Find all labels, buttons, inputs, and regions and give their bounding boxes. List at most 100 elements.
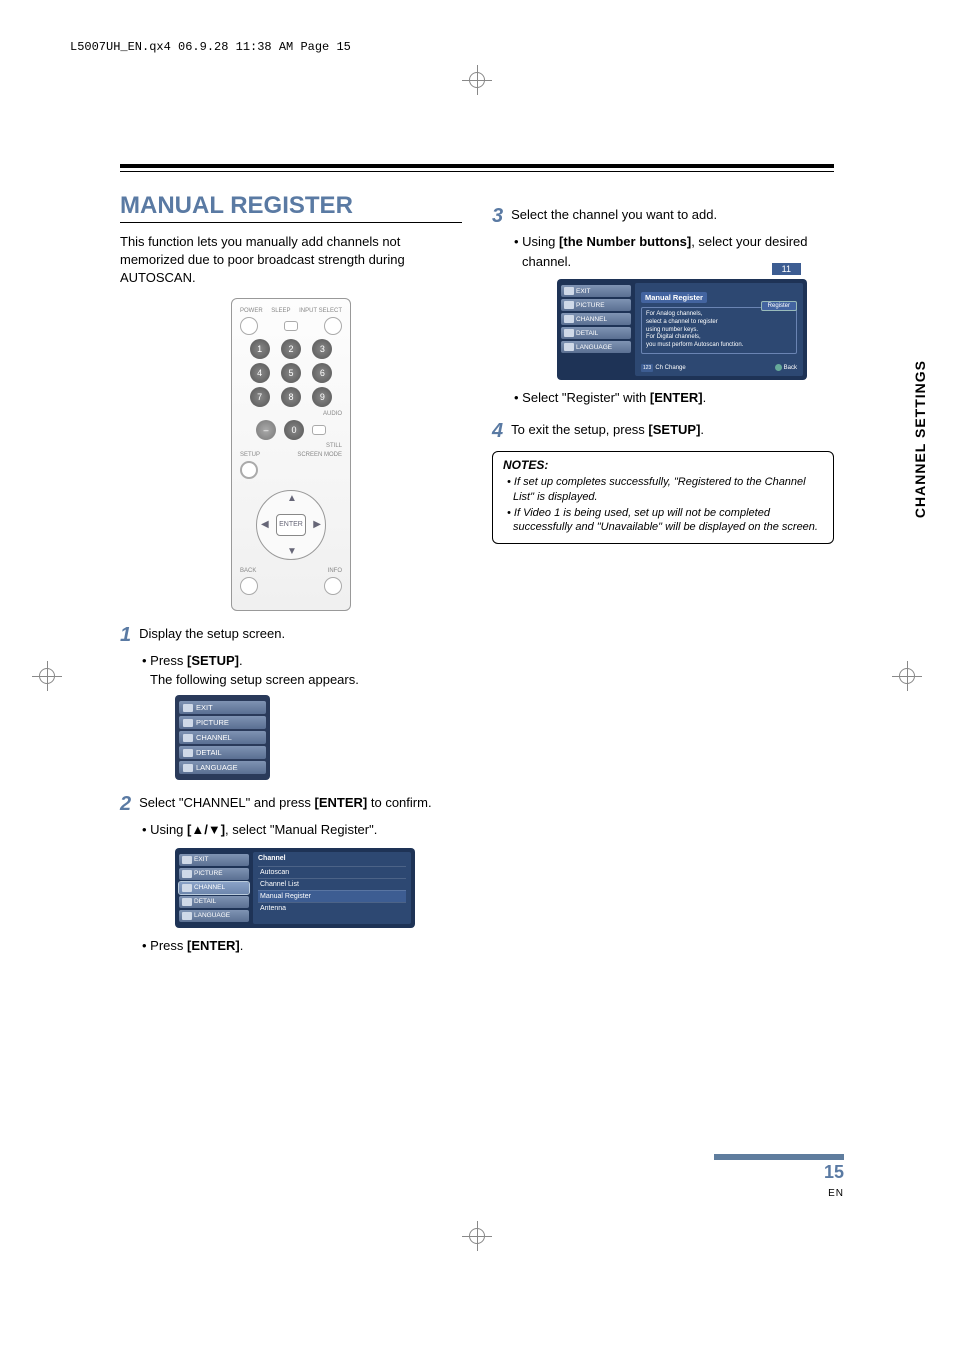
osd-item-exit: EXIT: [179, 701, 266, 714]
section-intro: This function lets you manually add chan…: [120, 233, 462, 288]
osd-footer-back: Back: [775, 364, 797, 372]
osd-row-antenna: Antenna: [258, 902, 406, 914]
step-number: 2: [120, 794, 131, 814]
enter-button: ENTER: [276, 514, 306, 536]
step-4: 4 To exit the setup, press [SETUP].: [492, 421, 834, 441]
language-icon: [564, 343, 574, 351]
back-button: [240, 577, 258, 595]
channel-icon: [182, 884, 192, 892]
language-icon: [183, 764, 193, 772]
crop-mark-top: [462, 65, 492, 95]
step-2: 2 Select "CHANNEL" and press [ENTER] to …: [120, 794, 462, 814]
back-dot-icon: [775, 364, 782, 371]
step-2-bullet: Using [▲/▼], select "Manual Register".: [142, 820, 462, 840]
osd-setup-menu: EXIT PICTURE CHANNEL DETAIL LANGUAGE: [175, 695, 270, 780]
remote-label-screen: SCREEN MODE: [297, 452, 342, 458]
down-arrow-icon: ▼: [287, 546, 297, 557]
num-9-button: 9: [312, 387, 332, 407]
remote-label-sleep: SLEEP: [271, 308, 290, 314]
remote-illustration: POWER SLEEP INPUT SELECT 1 2 3 4 5 6 7: [231, 298, 351, 611]
print-header: L5007UH_EN.qx4 06.9.28 11:38 AM Page 15: [20, 20, 934, 64]
language-icon: [182, 912, 192, 920]
step-number: 1: [120, 625, 131, 645]
picture-icon: [182, 870, 192, 878]
info-button: [324, 577, 342, 595]
page-number: 15: [824, 1162, 844, 1182]
osd-item-language: LANGUAGE: [179, 761, 266, 774]
osd-item-detail: DETAIL: [179, 896, 249, 908]
side-tab: CHANNEL SETTINGS: [912, 360, 928, 518]
osd-item-channel: CHANNEL: [561, 313, 631, 325]
osd-item-language: LANGUAGE: [179, 910, 249, 922]
num-8-button: 8: [281, 387, 301, 407]
osd-manual-register-panel: 11 EXIT PICTURE CHANNEL DETAIL LANGUAGE …: [557, 279, 807, 380]
osd-item-picture: PICTURE: [561, 299, 631, 311]
up-arrow-icon: ▲: [287, 493, 297, 504]
channel-icon: [183, 734, 193, 742]
picture-icon: [564, 301, 574, 309]
step-1-sub: The following setup screen appears.: [150, 672, 462, 687]
osd-footer-change: 123Ch Change: [641, 364, 686, 372]
remote-label-audio: AUDIO: [323, 411, 342, 417]
remote-label-back: BACK: [240, 568, 256, 574]
notes-title: NOTES:: [503, 458, 823, 472]
num-0-button: 0: [284, 420, 304, 440]
osd-row-manual-register: Manual Register: [258, 890, 406, 902]
osd-row-channel-list: Channel List: [258, 878, 406, 890]
exit-icon: [183, 704, 193, 712]
step-2-bullet-2: Press [ENTER].: [142, 936, 462, 956]
section-rule: [120, 164, 834, 172]
left-arrow-icon: ◀: [261, 519, 269, 530]
num-4-button: 4: [250, 363, 270, 383]
step-3-bullet-2: Select "Register" with [ENTER].: [514, 388, 834, 408]
num-5-button: 5: [281, 363, 301, 383]
osd-item-detail: DETAIL: [179, 746, 266, 759]
setup-button: [240, 461, 258, 479]
crop-mark-right: [892, 661, 922, 691]
crop-mark-bottom: [462, 1221, 492, 1251]
audio-button: [312, 425, 326, 435]
remote-label-setup: SETUP: [240, 452, 260, 458]
step-1: 1 Display the setup screen.: [120, 625, 462, 645]
step-3-text: Select the channel you want to add.: [511, 206, 834, 226]
exit-icon: [182, 856, 192, 864]
remote-label-power: POWER: [240, 308, 263, 314]
detail-icon: [183, 749, 193, 757]
osd-item-channel: CHANNEL: [179, 731, 266, 744]
crop-mark-left: [32, 661, 62, 691]
osd-row-autoscan: Autoscan: [258, 866, 406, 878]
note-1: • If set up completes successfully, "Reg…: [507, 475, 823, 504]
channel-number-badge: 11: [772, 263, 801, 275]
notes-box: NOTES: • If set up completes successfull…: [492, 451, 834, 543]
step-number: 4: [492, 421, 503, 441]
osd-panel-header: Channel: [258, 855, 406, 862]
osd-message: For Analog channels, select a channel to…: [641, 307, 797, 354]
detail-icon: [182, 898, 192, 906]
footer-bar: [714, 1154, 844, 1160]
osd-item-picture: PICTURE: [179, 868, 249, 880]
osd-channel-menu: EXIT PICTURE CHANNEL DETAIL LANGUAGE Cha…: [175, 848, 415, 928]
step-number: 3: [492, 206, 503, 226]
osd-item-exit: EXIT: [179, 854, 249, 866]
num-2-button: 2: [281, 339, 301, 359]
input-select-button: [324, 317, 342, 335]
right-arrow-icon: ▶: [313, 519, 321, 530]
num-7-button: 7: [250, 387, 270, 407]
page-footer: 15 EN: [714, 1154, 844, 1201]
num-3-button: 3: [312, 339, 332, 359]
num-6-button: 6: [312, 363, 332, 383]
osd-item-detail: DETAIL: [561, 327, 631, 339]
section-title: MANUAL REGISTER: [120, 192, 462, 223]
left-column: MANUAL REGISTER This function lets you m…: [120, 192, 462, 955]
osd-item-language: LANGUAGE: [561, 341, 631, 353]
num-1-button: 1: [250, 339, 270, 359]
remote-label-input: INPUT SELECT: [299, 308, 342, 314]
remote-label-info: INFO: [328, 568, 342, 574]
osd-item-exit: EXIT: [561, 285, 631, 297]
step-3: 3 Select the channel you want to add.: [492, 206, 834, 226]
remote-label-still: STILL: [326, 443, 342, 449]
osd-register-button: Register: [761, 301, 797, 311]
dpad: ▲ ▼ ◀ ▶ ENTER: [251, 485, 331, 565]
step-2-text: Select "CHANNEL" and press [ENTER] to co…: [139, 794, 462, 814]
dash-button: –: [256, 420, 276, 440]
